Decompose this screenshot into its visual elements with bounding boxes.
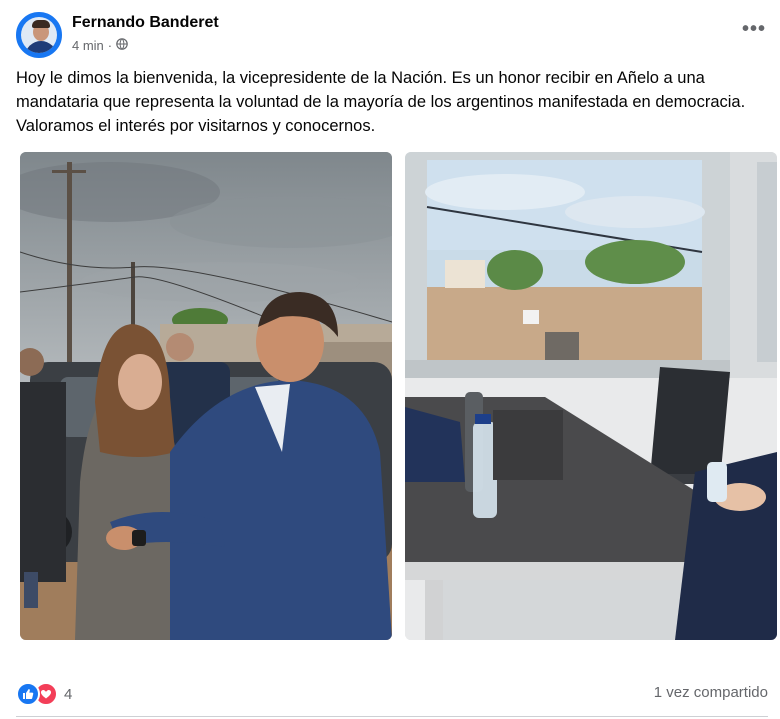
greeting-outdoors-photo[interactable] bbox=[20, 152, 392, 640]
post-footer: 4 1 vez compartido bbox=[16, 680, 768, 708]
globe-icon bbox=[116, 38, 128, 53]
reactions-summary[interactable]: 4 bbox=[16, 682, 72, 706]
post-header: Fernando Banderet 4 min · ••• bbox=[16, 10, 766, 62]
office-desk-photo[interactable] bbox=[405, 152, 777, 640]
post-text: Hoy le dimos la bienvenida, la vicepresi… bbox=[16, 69, 746, 135]
post-timestamp[interactable]: 4 min bbox=[72, 38, 104, 53]
footer-divider bbox=[16, 716, 768, 717]
meta-separator: · bbox=[107, 38, 113, 53]
more-options-icon[interactable]: ••• bbox=[742, 18, 766, 41]
like-icon bbox=[16, 682, 40, 706]
reaction-count: 4 bbox=[64, 685, 73, 703]
share-count[interactable]: 1 vez compartido bbox=[654, 684, 768, 701]
author-name[interactable]: Fernando Banderet bbox=[72, 14, 219, 32]
post-meta: 4 min · bbox=[72, 38, 128, 53]
avatar-photo bbox=[21, 17, 57, 53]
avatar[interactable] bbox=[16, 12, 62, 58]
